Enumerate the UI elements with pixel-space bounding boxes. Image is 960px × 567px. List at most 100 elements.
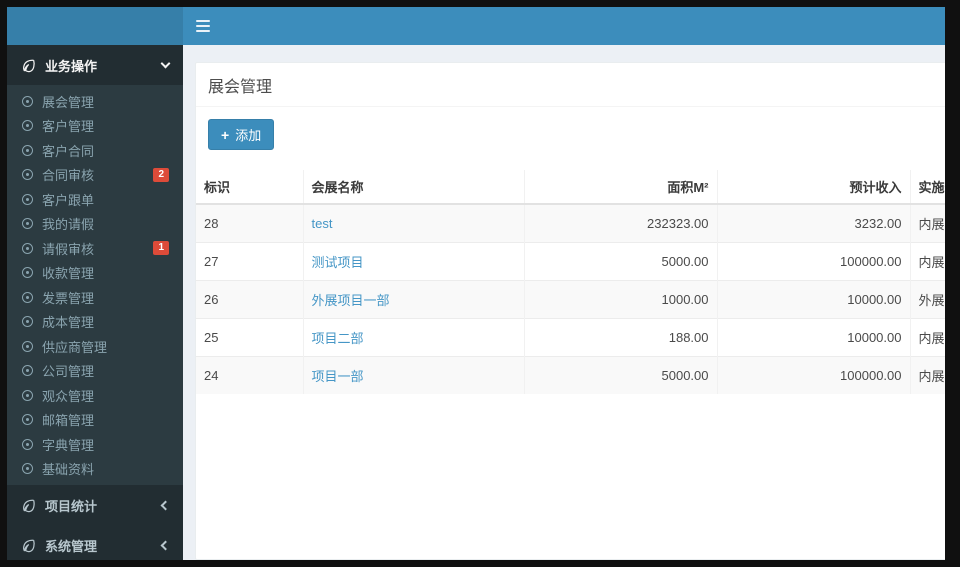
content-panel: 展会管理 + 添加 标识 会展名称 面积M² 预计收入 实施 28 test 2…	[195, 62, 945, 560]
circle-dot-icon	[22, 120, 33, 132]
circle-dot-icon	[22, 218, 33, 230]
circle-dot-icon	[22, 193, 33, 205]
plus-icon: +	[221, 126, 230, 143]
sidebar-item-invoice-mgmt[interactable]: 发票管理	[7, 285, 183, 310]
sidebar-item-label: 邮箱管理	[42, 413, 95, 429]
circle-dot-icon	[22, 144, 33, 156]
cell-income: 10000.00	[716, 317, 910, 356]
sidebar-item-supplier-mgmt[interactable]: 供应商管理	[7, 334, 183, 359]
count-badge: 2	[153, 167, 169, 182]
sidebar-item-my-leave[interactable]: 我的请假	[7, 212, 183, 237]
sidebar-item-label: 供应商管理	[42, 339, 108, 355]
chevron-left-icon	[160, 540, 171, 550]
sidebar-section-project-stats[interactable]: 项目统计	[7, 485, 183, 525]
table-row: 25 项目二部 188.00 10000.00 内展项目	[196, 317, 945, 356]
cell-area: 5000.00	[523, 355, 717, 394]
sidebar-item-audience-mgmt[interactable]: 观众管理	[7, 383, 183, 408]
table-row: 26 外展项目一部 1000.00 10000.00 外展项目	[196, 279, 945, 318]
table-row: 24 项目一部 5000.00 100000.00 内展项目	[196, 355, 945, 394]
page-title: 展会管理	[208, 79, 273, 96]
add-button-label: 添加	[235, 128, 262, 143]
sidebar-item-customer-followup[interactable]: 客户跟单	[7, 187, 183, 212]
cell-id: 28	[196, 203, 303, 242]
cell-income: 100000.00	[716, 355, 910, 394]
cell-area: 1000.00	[523, 279, 717, 318]
column-header-id: 标识	[196, 170, 303, 205]
cell-income: 10000.00	[716, 279, 910, 318]
sidebar: 业务操作 展会管理 客户管理 客户合同 合同审核 2 客户跟单 我的请假 请假审…	[7, 45, 183, 560]
sidebar-item-cost-mgmt[interactable]: 成本管理	[7, 310, 183, 335]
content-area: 展会管理 + 添加 标识 会展名称 面积M² 预计收入 实施 28 test 2…	[183, 45, 945, 560]
app-screen: 业务操作 展会管理 客户管理 客户合同 合同审核 2 客户跟单 我的请假 请假审…	[7, 7, 945, 560]
exhibition-link[interactable]: 测试项目	[312, 255, 364, 270]
logo-area	[7, 7, 183, 45]
sidebar-item-customer-mgmt[interactable]: 客户管理	[7, 114, 183, 139]
sidebar-item-dictionary-mgmt[interactable]: 字典管理	[7, 432, 183, 457]
circle-dot-icon	[22, 365, 33, 377]
circle-dot-icon	[22, 340, 33, 352]
exhibition-link[interactable]: 项目一部	[312, 369, 364, 384]
navbar	[183, 7, 945, 45]
column-header-name: 会展名称	[302, 170, 524, 205]
sidebar-item-label: 发票管理	[42, 290, 95, 306]
table-row: 28 test 232323.00 3232.00 内展项目	[196, 203, 945, 242]
sidebar-item-label: 展会管理	[42, 94, 95, 110]
cell-id: 24	[196, 355, 303, 394]
sidebar-item-label: 客户管理	[42, 119, 95, 135]
leaf-icon	[21, 538, 36, 553]
count-badge: 1	[153, 241, 169, 256]
column-header-dept: 实施部门	[909, 170, 945, 205]
panel-header: 展会管理	[196, 63, 945, 107]
cell-id: 26	[196, 279, 303, 318]
chevron-down-icon	[160, 58, 171, 69]
sidebar-section-label: 业务操作	[45, 58, 98, 74]
sidebar-section-system-mgmt[interactable]: 系统管理	[7, 525, 183, 560]
leaf-icon	[21, 498, 36, 513]
cell-area: 5000.00	[523, 241, 717, 280]
cell-dept: 内展项目	[909, 355, 945, 394]
exhibition-link[interactable]: 外展项目一部	[312, 293, 390, 308]
circle-dot-icon	[22, 169, 33, 181]
circle-dot-icon	[22, 242, 33, 254]
menu-icon	[196, 20, 210, 32]
sidebar-item-basic-data[interactable]: 基础资料	[7, 457, 183, 482]
sidebar-item-label: 观众管理	[42, 388, 95, 404]
sidebar-item-company-mgmt[interactable]: 公司管理	[7, 359, 183, 384]
leaf-icon	[21, 58, 36, 73]
sidebar-item-label: 成本管理	[42, 315, 95, 331]
column-header-area: 面积M²	[523, 170, 717, 205]
circle-dot-icon	[22, 316, 33, 328]
sidebar-item-contract-review[interactable]: 合同审核 2	[7, 163, 183, 188]
sidebar-item-label: 合同审核	[42, 168, 95, 184]
sidebar-item-label: 字典管理	[42, 437, 95, 453]
sidebar-toggle-button[interactable]	[183, 7, 223, 45]
panel-body: + 添加 标识 会展名称 面积M² 预计收入 实施 28 test 232323…	[196, 107, 945, 406]
circle-dot-icon	[22, 463, 33, 475]
sidebar-section-label: 系统管理	[45, 538, 98, 554]
sidebar-item-leave-review[interactable]: 请假审核 1	[7, 236, 183, 261]
cell-id: 25	[196, 317, 303, 356]
table-row: 27 测试项目 5000.00 100000.00 内展项目	[196, 241, 945, 280]
sidebar-item-label: 基础资料	[42, 462, 95, 478]
exhibition-link[interactable]: 项目二部	[312, 331, 364, 346]
chevron-left-icon	[160, 500, 171, 510]
add-button[interactable]: + 添加	[208, 119, 275, 150]
column-header-income: 预计收入	[716, 170, 910, 205]
sidebar-item-exhibition-mgmt[interactable]: 展会管理	[7, 89, 183, 114]
sidebar-item-customer-contract[interactable]: 客户合同	[7, 138, 183, 163]
sidebar-item-label: 公司管理	[42, 364, 95, 380]
circle-dot-icon	[22, 95, 33, 107]
table-header-row: 标识 会展名称 面积M² 预计收入 实施部门	[196, 170, 945, 205]
sidebar-item-label: 客户跟单	[42, 192, 95, 208]
sidebar-item-label: 请假审核	[42, 241, 95, 257]
cell-area: 232323.00	[523, 203, 717, 242]
cell-area: 188.00	[523, 317, 717, 356]
cell-dept: 内展项目	[909, 317, 945, 356]
cell-income: 3232.00	[716, 203, 910, 242]
cell-dept: 外展项目	[909, 279, 945, 318]
sidebar-section-business-ops[interactable]: 业务操作	[7, 45, 183, 85]
sidebar-item-email-mgmt[interactable]: 邮箱管理	[7, 408, 183, 433]
sidebar-item-label: 客户合同	[42, 143, 95, 159]
sidebar-item-payment-mgmt[interactable]: 收款管理	[7, 261, 183, 286]
exhibition-link[interactable]: test	[312, 216, 333, 231]
